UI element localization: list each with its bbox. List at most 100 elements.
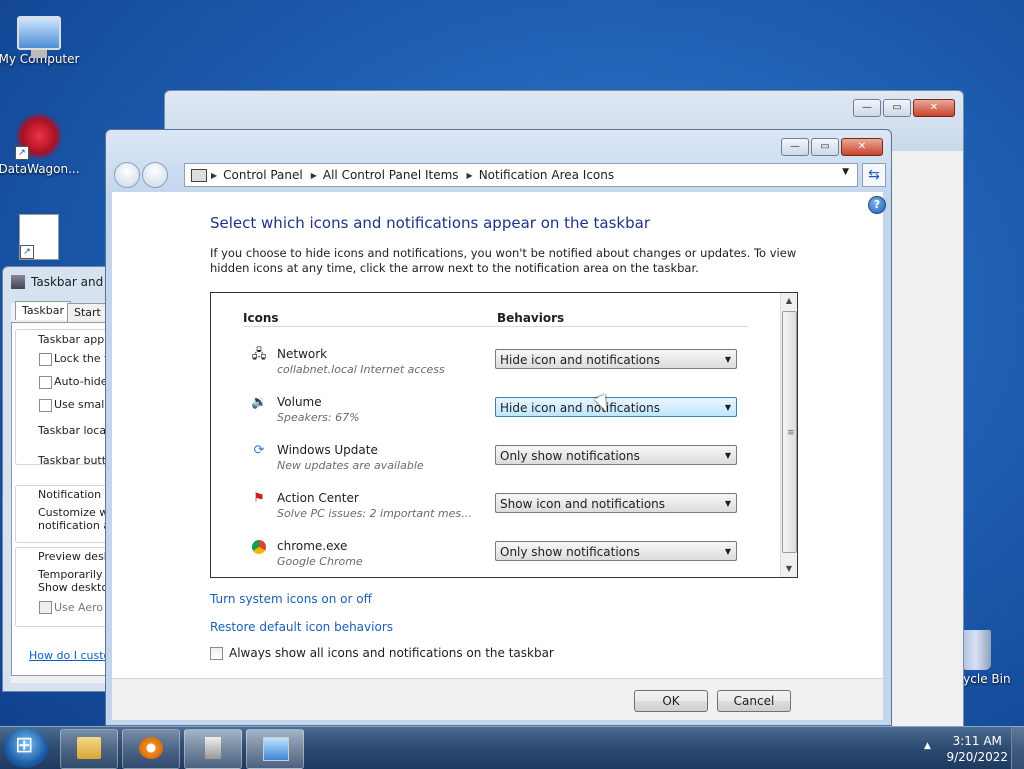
page-title: Select which icons and notifications app… [210, 214, 650, 232]
breadcrumb-control-panel[interactable]: Control Panel [217, 168, 311, 182]
control-panel-icon [263, 737, 289, 761]
chevron-down-icon[interactable]: ▼ [842, 167, 849, 177]
taskbar-system-button[interactable] [184, 729, 242, 769]
clock-date: 9/20/2022 [946, 750, 1008, 764]
control-panel-icon [191, 168, 207, 182]
list-item: 🔉 Volume Speakers: 67% Hide icon and not… [211, 391, 771, 439]
item-description: New updates are available [277, 459, 424, 472]
item-name: Windows Update [277, 443, 378, 457]
taskbar-properties-icon [11, 275, 25, 289]
scroll-thumb[interactable]: ≡ [782, 311, 797, 553]
behavior-dropdown[interactable]: Only show notifications ▼ [495, 541, 737, 561]
list-item: ⟳ Windows Update New updates are availab… [211, 439, 771, 487]
autohide-label: Auto-hide [54, 375, 108, 388]
taskbar-control-panel-button[interactable] [246, 729, 304, 769]
scroll-up-icon[interactable]: ▲ [781, 293, 797, 309]
media-player-icon [139, 737, 163, 759]
refresh-button[interactable]: ⇆ [862, 163, 886, 187]
small-icons-checkbox[interactable] [39, 399, 52, 412]
breadcrumb-all-items[interactable]: All Control Panel Items [317, 168, 467, 182]
datawagon-icon: ↗ [15, 112, 63, 160]
chevron-down-icon: ▼ [724, 499, 731, 508]
preview-title: Preview deskt [38, 550, 108, 563]
system-icons-link[interactable]: Turn system icons on or off [210, 592, 372, 606]
lock-checkbox[interactable] [39, 353, 52, 366]
navigation-bar: ▶ Control Panel ▶ All Control Panel Item… [112, 162, 886, 188]
dropdown-value: Show icon and notifications [500, 497, 666, 511]
chevron-down-icon: ▼ [724, 451, 731, 460]
appearance-label: Taskbar appea [38, 333, 107, 346]
icons-column-header: Icons [243, 311, 279, 325]
intro-text: If you choose to hide icons and notifica… [210, 246, 797, 275]
preview-desc: Show desktop [38, 581, 108, 594]
chevron-down-icon: ▼ [724, 547, 731, 556]
always-show-checkbox[interactable] [210, 646, 223, 660]
notification-title: Notification ar [38, 488, 107, 501]
item-description: Speakers: 67% [277, 411, 360, 424]
close-button[interactable]: ✕ [841, 138, 883, 156]
maximize-button[interactable]: ▭ [811, 138, 839, 156]
help-link[interactable]: How do I custom [29, 649, 107, 662]
list-item: ⚑ Action Center Solve PC issues: 2 impor… [211, 487, 771, 535]
scroll-down-icon[interactable]: ▼ [781, 561, 797, 577]
cancel-button[interactable]: Cancel [717, 690, 791, 712]
forward-button[interactable] [142, 162, 168, 188]
desktop-icon-datawagon[interactable]: ↗ DataWagon... [0, 112, 81, 176]
behavior-dropdown[interactable]: Only show notifications ▼ [495, 445, 737, 465]
taskbar-explorer-button[interactable] [60, 729, 118, 769]
dropdown-value: Only show notifications [500, 449, 640, 463]
back-button[interactable] [114, 162, 140, 188]
maximize-button[interactable]: ▭ [883, 99, 911, 117]
tab-taskbar[interactable]: Taskbar [15, 301, 71, 320]
minimize-button[interactable]: — [781, 138, 809, 156]
dropdown-value: Hide icon and notifications [500, 401, 660, 415]
behavior-dropdown[interactable]: Hide icon and notifications ▼ [495, 397, 737, 417]
ok-button[interactable]: OK [634, 690, 708, 712]
item-name: chrome.exe [277, 539, 348, 553]
taskbar-media-player-button[interactable] [122, 729, 180, 769]
volume-icon: 🔉 [251, 395, 268, 410]
start-button[interactable] [4, 728, 48, 768]
show-desktop-button[interactable] [1011, 727, 1024, 769]
folder-icon [77, 737, 101, 759]
vertical-scrollbar[interactable]: ▲ ≡ ▼ [780, 293, 797, 577]
clock[interactable]: 3:11 AM 9/20/2022 [946, 733, 1008, 765]
behavior-dropdown[interactable]: Show icon and notifications ▼ [495, 493, 737, 513]
item-name: Network [277, 347, 328, 361]
behavior-dropdown[interactable]: Hide icon and notifications ▼ [495, 349, 737, 369]
windows-update-icon: ⟳ [253, 443, 265, 458]
close-button[interactable]: ✕ [913, 99, 955, 117]
icons-list[interactable]: Icons Behaviors 🖧 Network collabnet.loca… [210, 292, 798, 578]
chrome-icon [252, 540, 266, 554]
desktop-icon-my-computer[interactable]: My Computer [0, 8, 81, 66]
computer-icon [17, 16, 61, 58]
dialog-footer: OK Cancel [112, 678, 883, 720]
taskbar-properties-window[interactable]: Taskbar and S Taskbar Start M Taskbar ap… [2, 266, 108, 692]
aero-peek-label: Use Aero P [54, 601, 108, 614]
chevron-down-icon: ▼ [724, 355, 731, 364]
notification-area-icons-window[interactable]: — ▭ ✕ ▶ Control Panel ▶ All Control Pane… [105, 129, 892, 726]
behaviors-column-header: Behaviors [497, 311, 565, 325]
dropdown-value: Only show notifications [500, 545, 640, 559]
autohide-checkbox[interactable] [39, 376, 52, 389]
tab-start-menu[interactable]: Start M [67, 303, 107, 322]
location-label: Taskbar locati [38, 424, 108, 437]
always-show-option[interactable]: Always show all icons and notifications … [210, 646, 554, 660]
show-hidden-icons-icon[interactable]: ▲ [924, 741, 931, 751]
minimize-button[interactable]: — [853, 99, 881, 117]
document-icon: ↗ [19, 214, 59, 260]
list-item: chrome.exe Google Chrome Only show notif… [211, 535, 771, 577]
clock-time: 3:11 AM [952, 734, 1002, 748]
taskbar: ▲ 3:11 AM 9/20/2022 [0, 726, 1024, 769]
chevron-down-icon: ▼ [724, 403, 731, 412]
action-center-icon: ⚑ [253, 491, 265, 506]
system-icon [205, 737, 221, 759]
aero-peek-checkbox[interactable] [39, 601, 52, 614]
address-bar[interactable]: ▶ Control Panel ▶ All Control Panel Item… [184, 163, 858, 187]
small-icons-label: Use small i [54, 398, 108, 411]
item-name: Volume [277, 395, 322, 409]
help-icon[interactable]: ? [868, 196, 886, 214]
desktop-icon-shortcut[interactable]: ↗ [0, 214, 81, 262]
restore-defaults-link[interactable]: Restore default icon behaviors [210, 620, 393, 634]
breadcrumb-notification-icons[interactable]: Notification Area Icons [473, 168, 622, 182]
